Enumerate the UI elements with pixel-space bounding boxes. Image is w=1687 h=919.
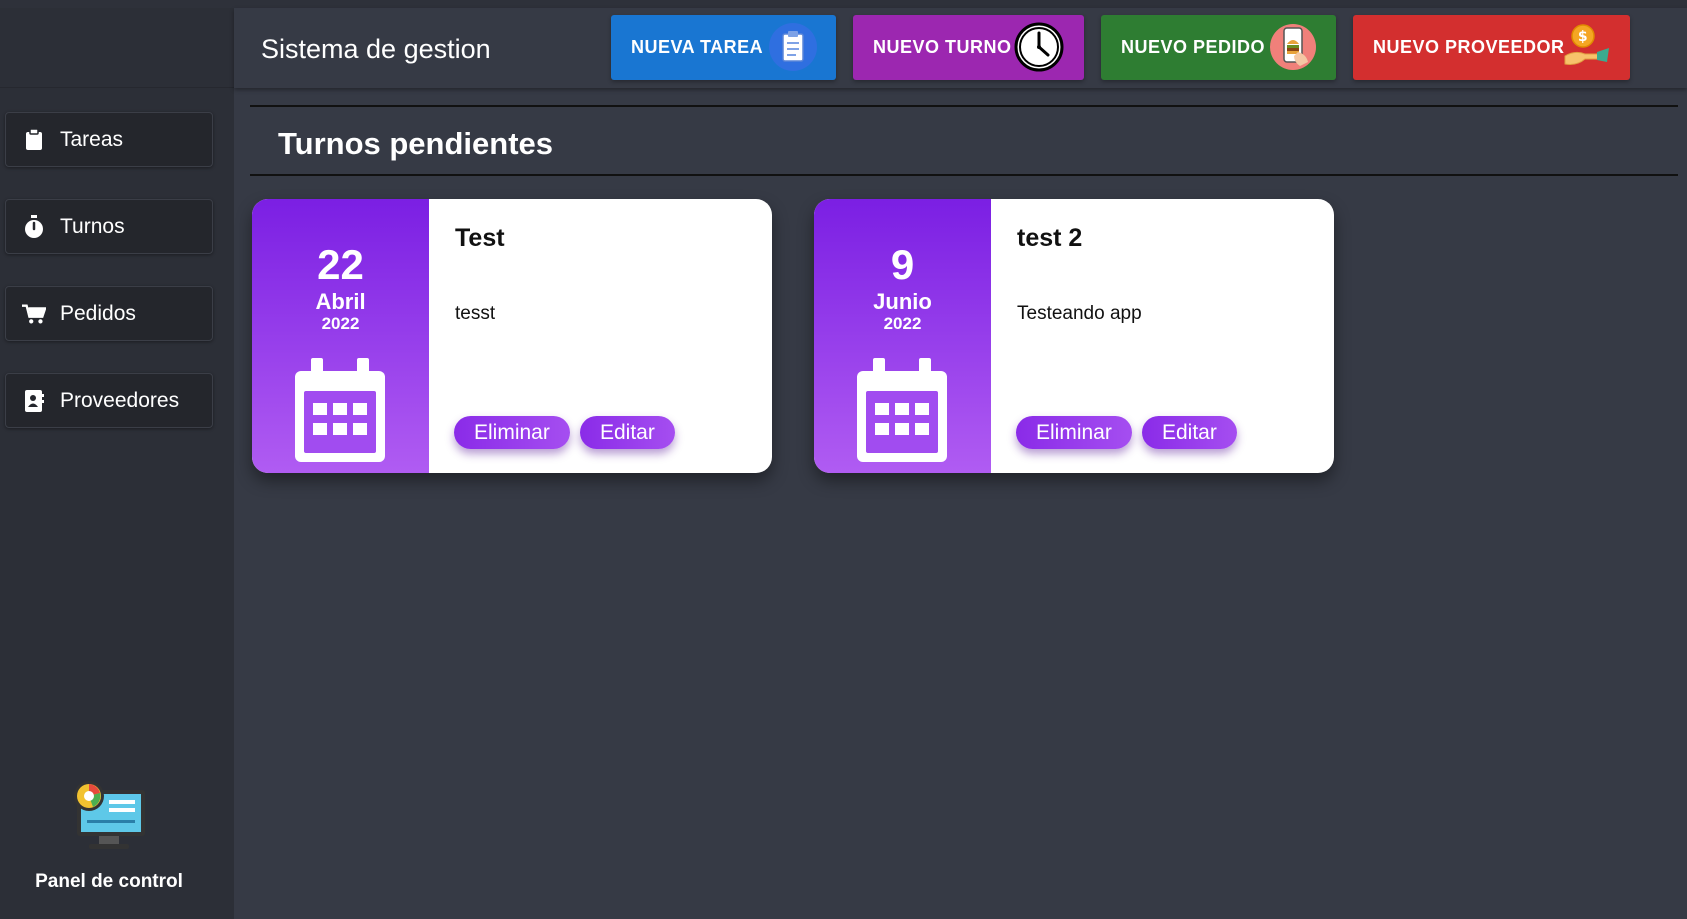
sidebar-item-pedidos[interactable]: Pedidos <box>5 286 213 341</box>
card-title: Test <box>455 224 505 252</box>
sidebar-header <box>0 8 234 88</box>
eliminar-button[interactable]: Eliminar <box>1016 416 1132 449</box>
card-day: 9 <box>890 241 915 288</box>
sidebar-item-label: Tareas <box>60 127 124 151</box>
section-title: Turnos pendientes <box>278 126 554 161</box>
turno-card: 9 Junio 2022 test 2 Testeando app Elimin… <box>814 199 1334 473</box>
top-header: Sistema de gestion NUEVA TAREA NUEVO TUR… <box>234 8 1687 88</box>
editar-button[interactable]: Editar <box>580 416 675 449</box>
panel-de-control-label: Panel de control <box>35 871 183 892</box>
turno-card: 22 Abril 2022 Test tesst Eliminar Editar <box>252 199 772 473</box>
nuevo-turno-label: NUEVO TURNO <box>873 37 1012 57</box>
nuevo-proveedor-label: NUEVO PROVEEDOR <box>1373 37 1565 57</box>
clock-icon <box>1013 21 1065 73</box>
nueva-tarea-button[interactable]: NUEVA TAREA <box>611 15 836 80</box>
sidebar-item-label: Pedidos <box>60 301 136 325</box>
card-title: test 2 <box>1017 224 1083 252</box>
card-date-panel: 22 Abril 2022 <box>252 199 429 473</box>
nuevo-turno-button[interactable]: NUEVO TURNO <box>853 15 1084 80</box>
calendar-icon <box>855 358 949 469</box>
panel-de-control-button[interactable]: Panel de control <box>0 776 218 893</box>
divider-bottom <box>250 174 1678 176</box>
divider-top <box>250 105 1678 107</box>
sidebar-item-turnos[interactable]: Turnos <box>5 199 213 254</box>
clipboard-icon <box>22 128 46 152</box>
sidebar-item-label: Proveedores <box>60 388 180 412</box>
phone-burger-icon <box>1267 21 1319 73</box>
calendar-icon <box>293 358 387 469</box>
card-month: Abril <box>315 289 366 314</box>
contact-book-icon <box>22 389 46 413</box>
clipboard-icon <box>767 21 819 73</box>
dashboard-monitor-icon <box>69 776 149 859</box>
nueva-tarea-label: NUEVA TAREA <box>631 37 764 57</box>
sidebar: Tareas Turnos Pedidos Proveedores Panel … <box>0 8 234 919</box>
window-top-strip <box>0 0 1687 8</box>
nuevo-proveedor-button[interactable]: NUEVO PROVEEDOR $ <box>1353 15 1630 80</box>
eliminar-button[interactable]: Eliminar <box>454 416 570 449</box>
card-description: Testeando app <box>1017 303 1142 324</box>
card-date-panel: 9 Junio 2022 <box>814 199 991 473</box>
card-description: tesst <box>455 303 496 324</box>
nuevo-pedido-label: NUEVO PEDIDO <box>1121 37 1266 57</box>
stopwatch-icon <box>22 214 46 239</box>
nuevo-pedido-button[interactable]: NUEVO PEDIDO <box>1101 15 1336 80</box>
sidebar-item-proveedores[interactable]: Proveedores <box>5 373 213 428</box>
sidebar-item-tareas[interactable]: Tareas <box>5 112 213 167</box>
card-day: 22 <box>317 241 364 288</box>
card-year: 2022 <box>883 314 922 333</box>
card-month: Junio <box>873 289 932 314</box>
hand-coin-icon: $ <box>1561 21 1613 73</box>
editar-button[interactable]: Editar <box>1142 416 1237 449</box>
card-year: 2022 <box>321 314 360 333</box>
svg-text:$: $ <box>1578 29 1588 45</box>
cart-icon <box>22 302 46 326</box>
sidebar-item-label: Turnos <box>60 214 125 238</box>
app-title: Sistema de gestion <box>261 34 491 64</box>
